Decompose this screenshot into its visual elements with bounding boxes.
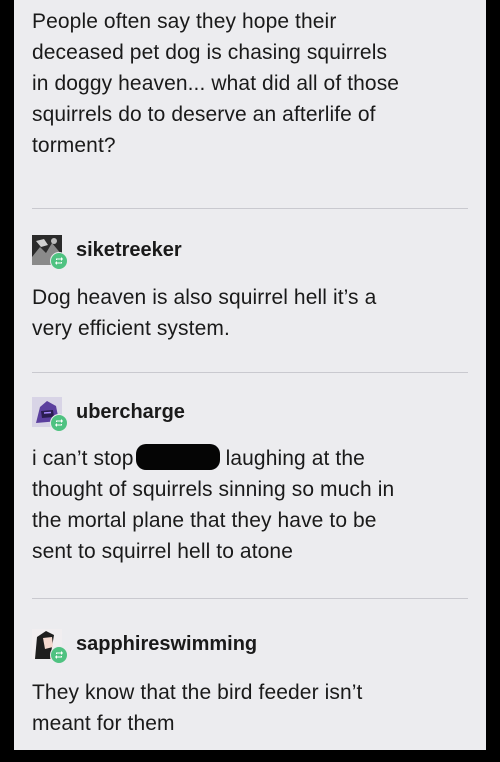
reblog-line: thought of squirrels sinning so much in xyxy=(32,478,395,501)
original-post-line: deceased pet dog is chasing squirrels xyxy=(32,41,388,64)
reblog-username[interactable]: ubercharge xyxy=(76,401,185,424)
reblog-line: sent to squirrel hell to atone xyxy=(32,540,293,563)
tumblr-post-card: People often say they hope their decease… xyxy=(14,0,486,750)
reblog-line: Dog heaven is also squirrel hell it’s a xyxy=(32,286,377,309)
original-post-line: People often say they hope their xyxy=(32,10,337,33)
reblog-line: the mortal plane that they have to be xyxy=(32,509,377,532)
purple-helmet-avatar-icon[interactable] xyxy=(32,397,68,432)
reblog-text: Dog heaven is also squirrel hell it’s a … xyxy=(32,282,472,344)
original-post-line: squirrels do to deserve an afterlife of xyxy=(32,103,376,126)
reblog-line-start: i can’t stop xyxy=(32,447,134,470)
reblog-line: i can’t stop laughing at the xyxy=(32,443,472,474)
reblog-header: sapphireswimming xyxy=(32,627,257,664)
original-post-line: torment? xyxy=(32,134,116,157)
reblog-line: very efficient system. xyxy=(32,317,230,340)
reblog-divider xyxy=(32,598,468,599)
reblog-header: ubercharge xyxy=(32,395,185,432)
reblog-username[interactable]: siketreeker xyxy=(76,239,182,262)
censor-bar xyxy=(135,444,220,470)
reblog-icon xyxy=(50,414,68,432)
reblog-line-end: laughing at the xyxy=(225,447,365,470)
reblog-icon xyxy=(50,646,68,664)
reblog-divider xyxy=(32,208,468,209)
reblog-text: i can’t stop laughing at the thought of s… xyxy=(32,443,472,567)
original-post-text: People often say they hope their decease… xyxy=(32,6,472,161)
reblog-icon xyxy=(50,252,68,270)
dark-photo-avatar-icon[interactable] xyxy=(32,235,68,270)
reblog-text: They know that the bird feeder isn’t mea… xyxy=(32,677,472,739)
reblog-username[interactable]: sapphireswimming xyxy=(76,633,257,656)
reblog-line: meant for them xyxy=(32,712,175,735)
reblog-line: They know that the bird feeder isn’t xyxy=(32,681,363,704)
original-post-line: in doggy heaven... what did all of those xyxy=(32,72,400,95)
anime-character-avatar-icon[interactable] xyxy=(32,629,68,664)
reblog-divider xyxy=(32,372,468,373)
reblog-header: siketreeker xyxy=(32,233,182,270)
